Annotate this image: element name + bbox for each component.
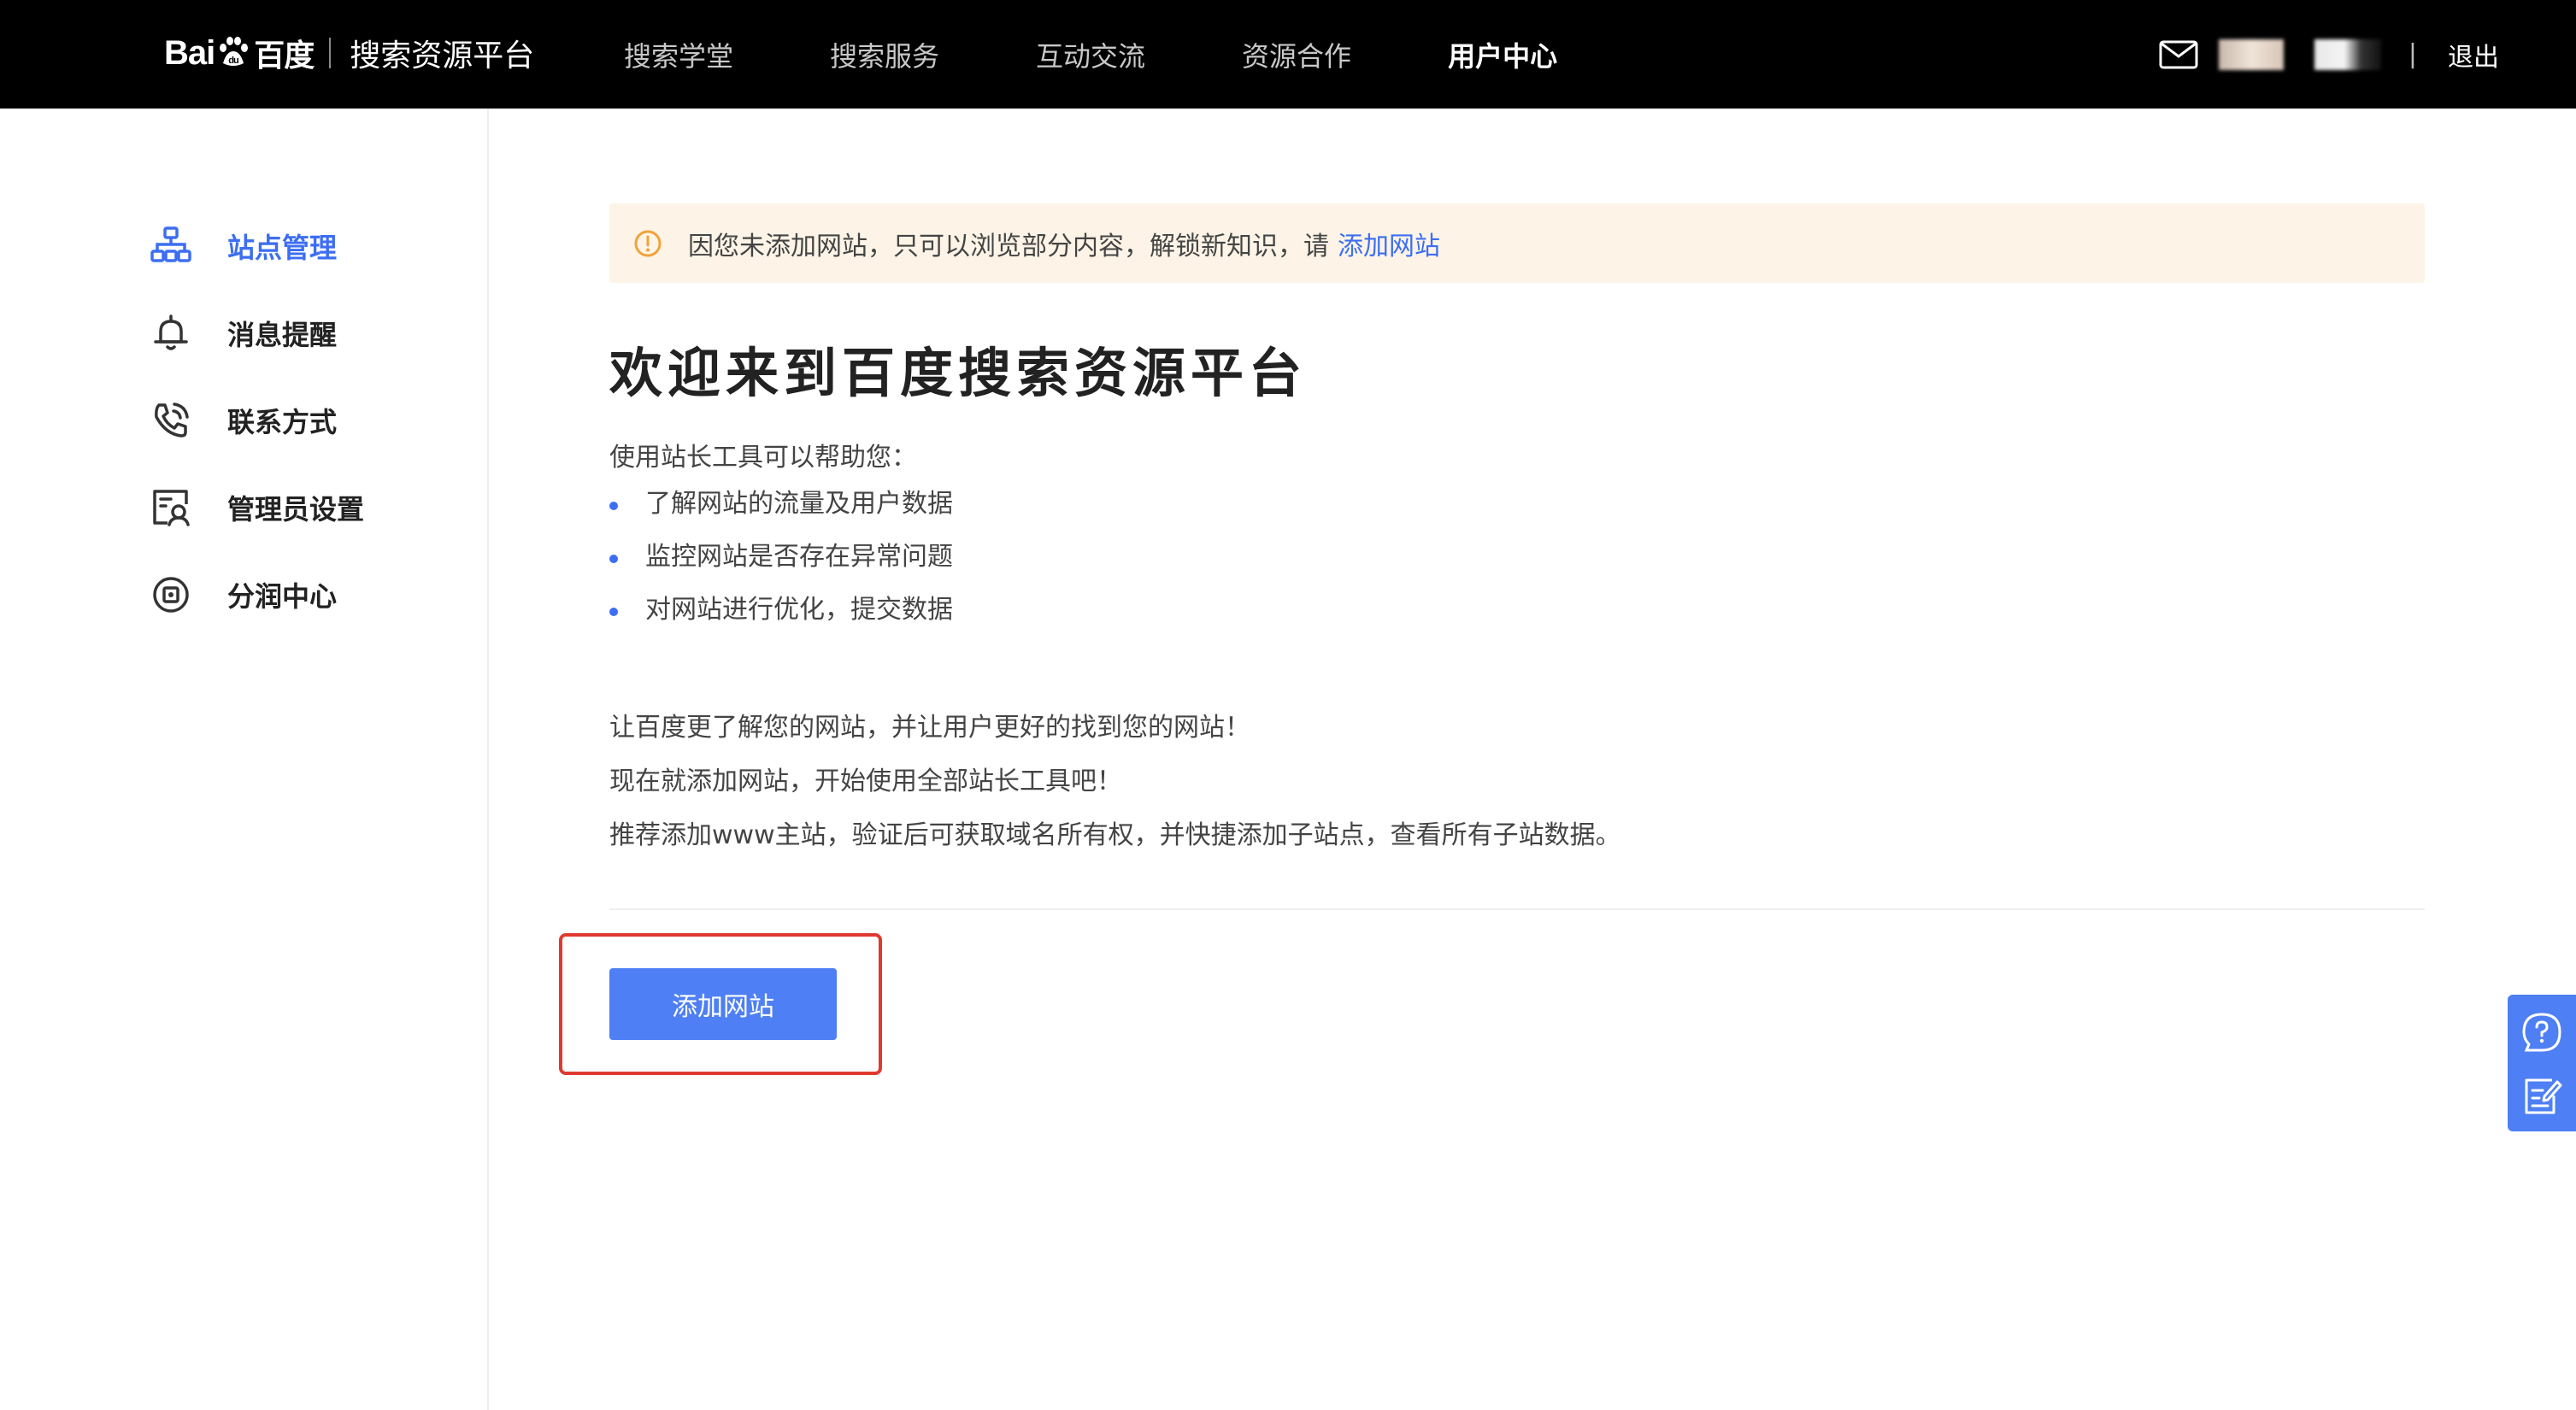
mail-icon[interactable] bbox=[2159, 40, 2198, 69]
description-line: 现在就添加网站，开始使用全部站长工具吧！ bbox=[609, 767, 1122, 796]
sidebar-item-label: 联系方式 bbox=[227, 406, 338, 438]
sidebar-item-label: 消息提醒 bbox=[227, 319, 338, 351]
sidebar-item-notifications[interactable]: 消息提醒 bbox=[150, 308, 337, 359]
sidebar-item-label: 管理员设置 bbox=[227, 493, 365, 526]
sidebar-item-revenue-center[interactable]: 分润中心 bbox=[150, 569, 337, 620]
page-title: 欢迎来到百度搜索资源平台 bbox=[609, 342, 1308, 404]
description-line: 推荐添加www主站，验证后可获取域名所有权，并快捷添加子站点，查看所有子站数据。 bbox=[609, 820, 1621, 850]
sidebar: 站点管理 消息提醒 联系方式 管理员设置 分润中心 bbox=[0, 109, 489, 1410]
avatar[interactable] bbox=[2218, 38, 2284, 70]
nav-item-search-services[interactable]: 搜索服务 bbox=[830, 35, 939, 74]
username[interactable] bbox=[2314, 38, 2381, 70]
user-area: | 退出 bbox=[2159, 0, 2499, 109]
sidebar-item-contact[interactable]: 联系方式 bbox=[150, 395, 337, 446]
sidebar-item-label: 分润中心 bbox=[227, 580, 338, 613]
description-line: 让百度更了解您的网站，并让用户更好的找到您的网站！ bbox=[609, 713, 1250, 743]
sidebar-item-admin-settings[interactable]: 管理员设置 bbox=[150, 482, 364, 533]
notice-text: 因您未添加网站，只可以浏览部分内容，解锁新知识，请 bbox=[688, 231, 1329, 261]
nav-item-search-academy[interactable]: 搜索学堂 bbox=[624, 35, 733, 74]
brand-zh: 百度 bbox=[254, 38, 315, 73]
bell-icon bbox=[154, 314, 188, 350]
nav-item-community[interactable]: 互动交流 bbox=[1036, 35, 1145, 74]
baidu-logo[interactable]: Bai du 百度 bbox=[164, 31, 315, 75]
brand-divider bbox=[329, 38, 332, 68]
sitemap-icon bbox=[150, 226, 191, 262]
main-nav: 搜索学堂 搜索服务 互动交流 资源合作 用户中心 bbox=[624, 0, 1654, 109]
list-item: 了解网站的流量及用户数据 bbox=[609, 483, 953, 536]
top-navbar: Bai du 百度 搜索资源平台 搜索学堂 搜索服务 互动交流 资源合作 用户中… bbox=[0, 0, 2576, 109]
logout-link[interactable]: 退出 bbox=[2448, 36, 2499, 73]
divider bbox=[609, 908, 2425, 910]
svg-text:du: du bbox=[229, 56, 239, 66]
sidebar-item-label: 站点管理 bbox=[227, 232, 338, 264]
intro-text: 使用站长工具可以帮助您： bbox=[609, 443, 917, 473]
help-icon[interactable] bbox=[2520, 1010, 2564, 1055]
header-separator: | bbox=[2408, 39, 2417, 69]
notice-banner: 因您未添加网站，只可以浏览部分内容，解锁新知识，请 添加网站 bbox=[609, 203, 2425, 283]
revenue-icon bbox=[153, 577, 189, 613]
nav-item-user-center[interactable]: 用户中心 bbox=[1448, 35, 1557, 74]
list-item: 对网站进行优化，提交数据 bbox=[609, 589, 953, 642]
brand[interactable]: Bai du 百度 搜索资源平台 bbox=[164, 19, 534, 87]
brand-title[interactable]: 搜索资源平台 bbox=[350, 31, 534, 75]
notice-add-site-link[interactable]: 添加网站 bbox=[1338, 225, 1440, 262]
phone-icon bbox=[155, 402, 189, 438]
sidebar-item-site-management[interactable]: 站点管理 bbox=[150, 220, 337, 272]
feature-list: 了解网站的流量及用户数据 监控网站是否存在异常问题 对网站进行优化，提交数据 bbox=[609, 483, 953, 642]
add-site-button[interactable]: 添加网站 bbox=[609, 968, 837, 1040]
list-item: 监控网站是否存在异常问题 bbox=[609, 536, 953, 589]
admin-icon bbox=[153, 490, 190, 526]
floating-tools bbox=[2508, 995, 2576, 1131]
warning-icon bbox=[634, 230, 662, 256]
feedback-icon[interactable] bbox=[2520, 1073, 2564, 1118]
paw-icon: du bbox=[216, 36, 250, 70]
nav-item-cooperation[interactable]: 资源合作 bbox=[1242, 35, 1351, 74]
